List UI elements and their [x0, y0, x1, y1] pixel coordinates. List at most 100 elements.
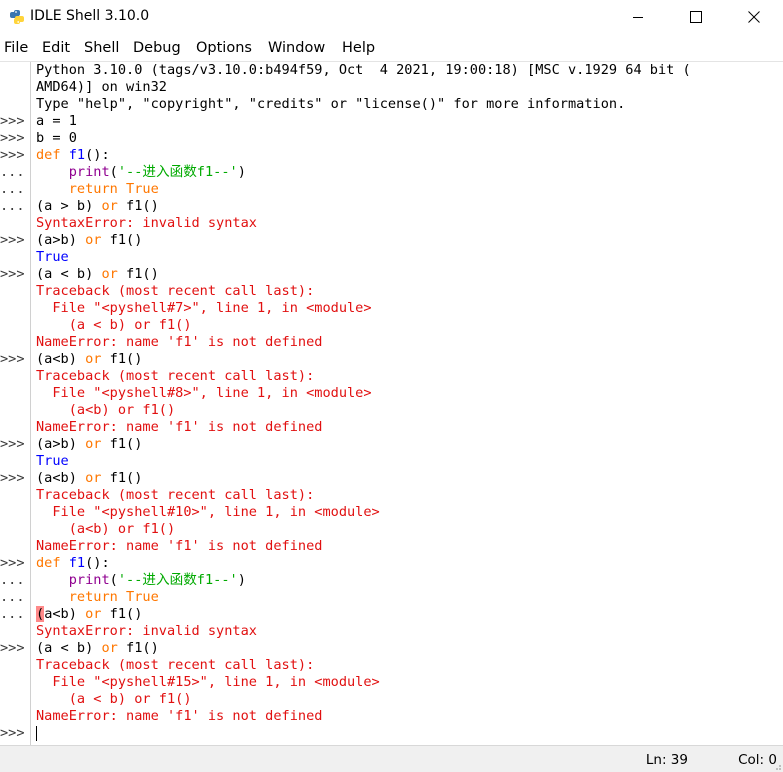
shell-line: Traceback (most recent call last):	[36, 487, 781, 504]
shell-token: )	[237, 572, 246, 588]
shell-token: '--进入函数f1--'	[117, 572, 238, 588]
shell-token: ():	[85, 555, 110, 571]
prompt-marker	[0, 453, 30, 470]
title-bar[interactable]: IDLE Shell 3.10.0	[0, 0, 783, 34]
menu-bar: File Edit Shell Debug Options Window Hel…	[0, 36, 783, 60]
shell-line: (a<b) or f1()	[36, 606, 781, 623]
menu-edit[interactable]: Edit	[42, 40, 70, 56]
text-cursor	[36, 725, 37, 741]
shell-token: True	[126, 589, 159, 605]
resize-grip-icon[interactable]	[772, 761, 782, 771]
menu-window[interactable]: Window	[268, 40, 325, 56]
shell-line: def f1():	[36, 147, 781, 164]
shell-line: (a < b) or f1()	[36, 266, 781, 283]
shell-token: or	[101, 198, 118, 214]
prompt-marker: ...	[0, 164, 25, 180]
menu-shell[interactable]: Shell	[84, 40, 119, 56]
shell-token: NameError: name 'f1' is not defined	[36, 538, 323, 554]
shell-token: (a < b)	[36, 640, 102, 656]
shell-token: (a < b) or f1()	[36, 691, 192, 707]
close-button[interactable]	[725, 0, 783, 34]
shell-token	[61, 555, 69, 571]
shell-token: a<b)	[44, 606, 86, 622]
shell-line: a = 1	[36, 113, 781, 130]
shell-line: (a<b) or f1()	[36, 521, 781, 538]
shell-line: NameError: name 'f1' is not defined	[36, 538, 781, 555]
prompt-marker: >>>	[0, 113, 25, 129]
prompt-marker: >>>	[0, 130, 25, 146]
prompt-marker	[0, 249, 30, 266]
menu-help[interactable]: Help	[342, 40, 375, 56]
shell-line: Traceback (most recent call last):	[36, 368, 781, 385]
shell-token: NameError: name 'f1' is not defined	[36, 708, 323, 724]
shell-token: File "<pyshell#8>", line 1, in <module>	[36, 385, 372, 401]
shell-line: (a > b) or f1()	[36, 198, 781, 215]
prompt-marker	[0, 317, 30, 334]
prompt-marker	[0, 402, 30, 419]
shell-token: def	[36, 147, 61, 163]
shell-token: f1	[68, 555, 86, 571]
shell-token: True	[126, 181, 159, 197]
shell-token: print	[68, 164, 110, 180]
shell-token: (	[109, 572, 118, 588]
shell-line: Type "help", "copyright", "credits" or "…	[36, 96, 781, 113]
shell-token: or	[85, 606, 102, 622]
shell-token: f1	[68, 147, 86, 163]
shell-token: f1()	[117, 198, 159, 214]
shell-line: (a>b) or f1()	[36, 436, 781, 453]
prompt-marker	[0, 62, 30, 79]
shell-line: return True	[36, 589, 781, 606]
shell-line: (a<b) or f1()	[36, 402, 781, 419]
shell-token: (a>b)	[36, 232, 86, 248]
prompt-marker	[0, 334, 30, 351]
shell-line: (a < b) or f1()	[36, 317, 781, 334]
shell-line: Traceback (most recent call last):	[36, 657, 781, 674]
shell-token: '--进入函数f1--'	[117, 164, 238, 180]
shell-token: ():	[85, 147, 110, 163]
minimize-button[interactable]	[609, 0, 667, 34]
shell-token: (a > b)	[36, 198, 102, 214]
menu-debug[interactable]: Debug	[133, 40, 181, 56]
menu-options[interactable]: Options	[196, 40, 252, 56]
shell-token: (	[36, 606, 45, 622]
shell-line: (a<b) or f1()	[36, 351, 781, 368]
shell-token: (a < b) or f1()	[36, 317, 192, 333]
shell-token: or	[85, 470, 102, 486]
shell-line: NameError: name 'f1' is not defined	[36, 419, 781, 436]
shell-token: (	[109, 164, 118, 180]
shell-line: NameError: name 'f1' is not defined	[36, 708, 781, 725]
shell-token: b = 0	[36, 130, 77, 146]
shell-token: a = 1	[36, 113, 77, 129]
shell-line: File "<pyshell#7>", line 1, in <module>	[36, 300, 781, 317]
shell-text[interactable]: Python 3.10.0 (tags/v3.10.0:b494f59, Oct…	[36, 62, 781, 745]
prompt-marker	[0, 283, 30, 300]
menu-file[interactable]: File	[4, 40, 28, 56]
shell-token: (a<b) or f1()	[36, 402, 176, 418]
shell-token: (a<b)	[36, 351, 86, 367]
prompt-marker: ...	[0, 589, 25, 605]
shell-token: (a < b)	[36, 266, 102, 282]
prompt-marker	[0, 215, 30, 232]
shell-line	[36, 725, 781, 742]
shell-token: True	[36, 249, 69, 265]
shell-token: f1()	[101, 436, 143, 452]
shell-token: File "<pyshell#15>", line 1, in <module>	[36, 674, 380, 690]
maximize-button[interactable]	[667, 0, 725, 34]
shell-token: (a<b) or f1()	[36, 521, 176, 537]
shell-line: (a>b) or f1()	[36, 232, 781, 249]
shell-line: print('--进入函数f1--')	[36, 164, 781, 181]
shell-token: Traceback (most recent call last):	[36, 487, 315, 503]
prompt-marker: >>>	[0, 555, 25, 571]
shell-line: SyntaxError: invalid syntax	[36, 623, 781, 640]
shell-token	[36, 572, 69, 588]
shell-token	[36, 589, 69, 605]
prompt-marker	[0, 300, 30, 317]
prompt-marker: ...	[0, 198, 25, 214]
shell-line: File "<pyshell#8>", line 1, in <module>	[36, 385, 781, 402]
shell-line: (a < b) or f1()	[36, 640, 781, 657]
prompt-marker: >>>	[0, 725, 25, 741]
shell-token	[118, 589, 126, 605]
shell-token: (a>b)	[36, 436, 86, 452]
shell-editor[interactable]: >>> >>> >>>......... >>> >>> >>> >>> >>> >>>....…	[0, 61, 783, 745]
prompt-marker	[0, 538, 30, 555]
